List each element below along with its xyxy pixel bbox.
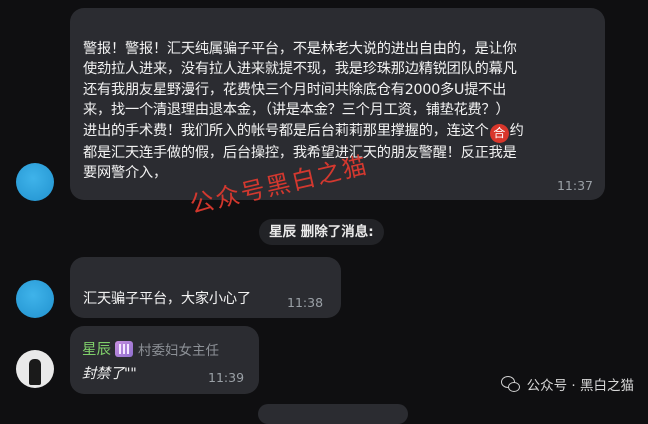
message-line: 进出的手术费！我们所入的帐号都是后台莉莉那里撑握的，连这个合约: [83, 121, 599, 143]
message-text: 封禁了"": [82, 366, 137, 382]
message-bubble-2[interactable]: 汇天骗子平台，大家小心了 11:38: [70, 257, 341, 318]
message-bubble-3[interactable]: 星辰 村委妇女主任 封禁了"" 11:39: [70, 326, 259, 394]
message-bubble-partial[interactable]: [258, 404, 408, 424]
wechat-icon: [500, 376, 521, 392]
message-line: 来，找一个清退理由退本金，（讲是本金？三个月工资，铺垫花费？）: [83, 102, 510, 119]
system-message-user[interactable]: 星辰: [269, 224, 296, 240]
message-line: 使劲拉人进来，没有拉人进来就提不现，我是珍珠那边精锐团队的幕凡: [83, 61, 517, 78]
message-line-text: 进出的手术费！我们所入的帐号都是后台莉莉那里撑握的，连这个: [83, 122, 489, 139]
message-line-text: 约: [509, 122, 524, 139]
message-text: 汇天骗子平台，大家小心了: [83, 291, 251, 307]
avatar[interactable]: [16, 280, 54, 318]
footer-text: 公众号 · 黑白之猫: [526, 378, 634, 394]
red-badge-icon: 合: [489, 123, 509, 143]
title-badge: 村委妇女主任: [138, 342, 219, 359]
title-icon: [115, 340, 133, 357]
avatar[interactable]: [16, 163, 54, 201]
footer-watermark: 公众号 · 黑白之猫: [500, 374, 634, 394]
system-message-action: 删除了消息:: [296, 224, 374, 240]
message-header: 星辰 村委妇女主任: [82, 338, 219, 359]
sender-name[interactable]: 星辰: [82, 338, 111, 359]
message-time: 11:37: [556, 178, 593, 193]
message-time: 11:39: [208, 370, 245, 385]
message-line: 警报！警报！汇天纯属骗子平台，不是林老大说的进出自由的，是让你: [83, 41, 517, 57]
system-message: 星辰 删除了消息:: [259, 219, 384, 245]
message-time: 11:38: [287, 295, 324, 310]
avatar[interactable]: [16, 350, 54, 388]
message-line: 还有我朋友星野漫行，花费快三个月时间共除底仓有2000多U提不出: [83, 81, 507, 98]
